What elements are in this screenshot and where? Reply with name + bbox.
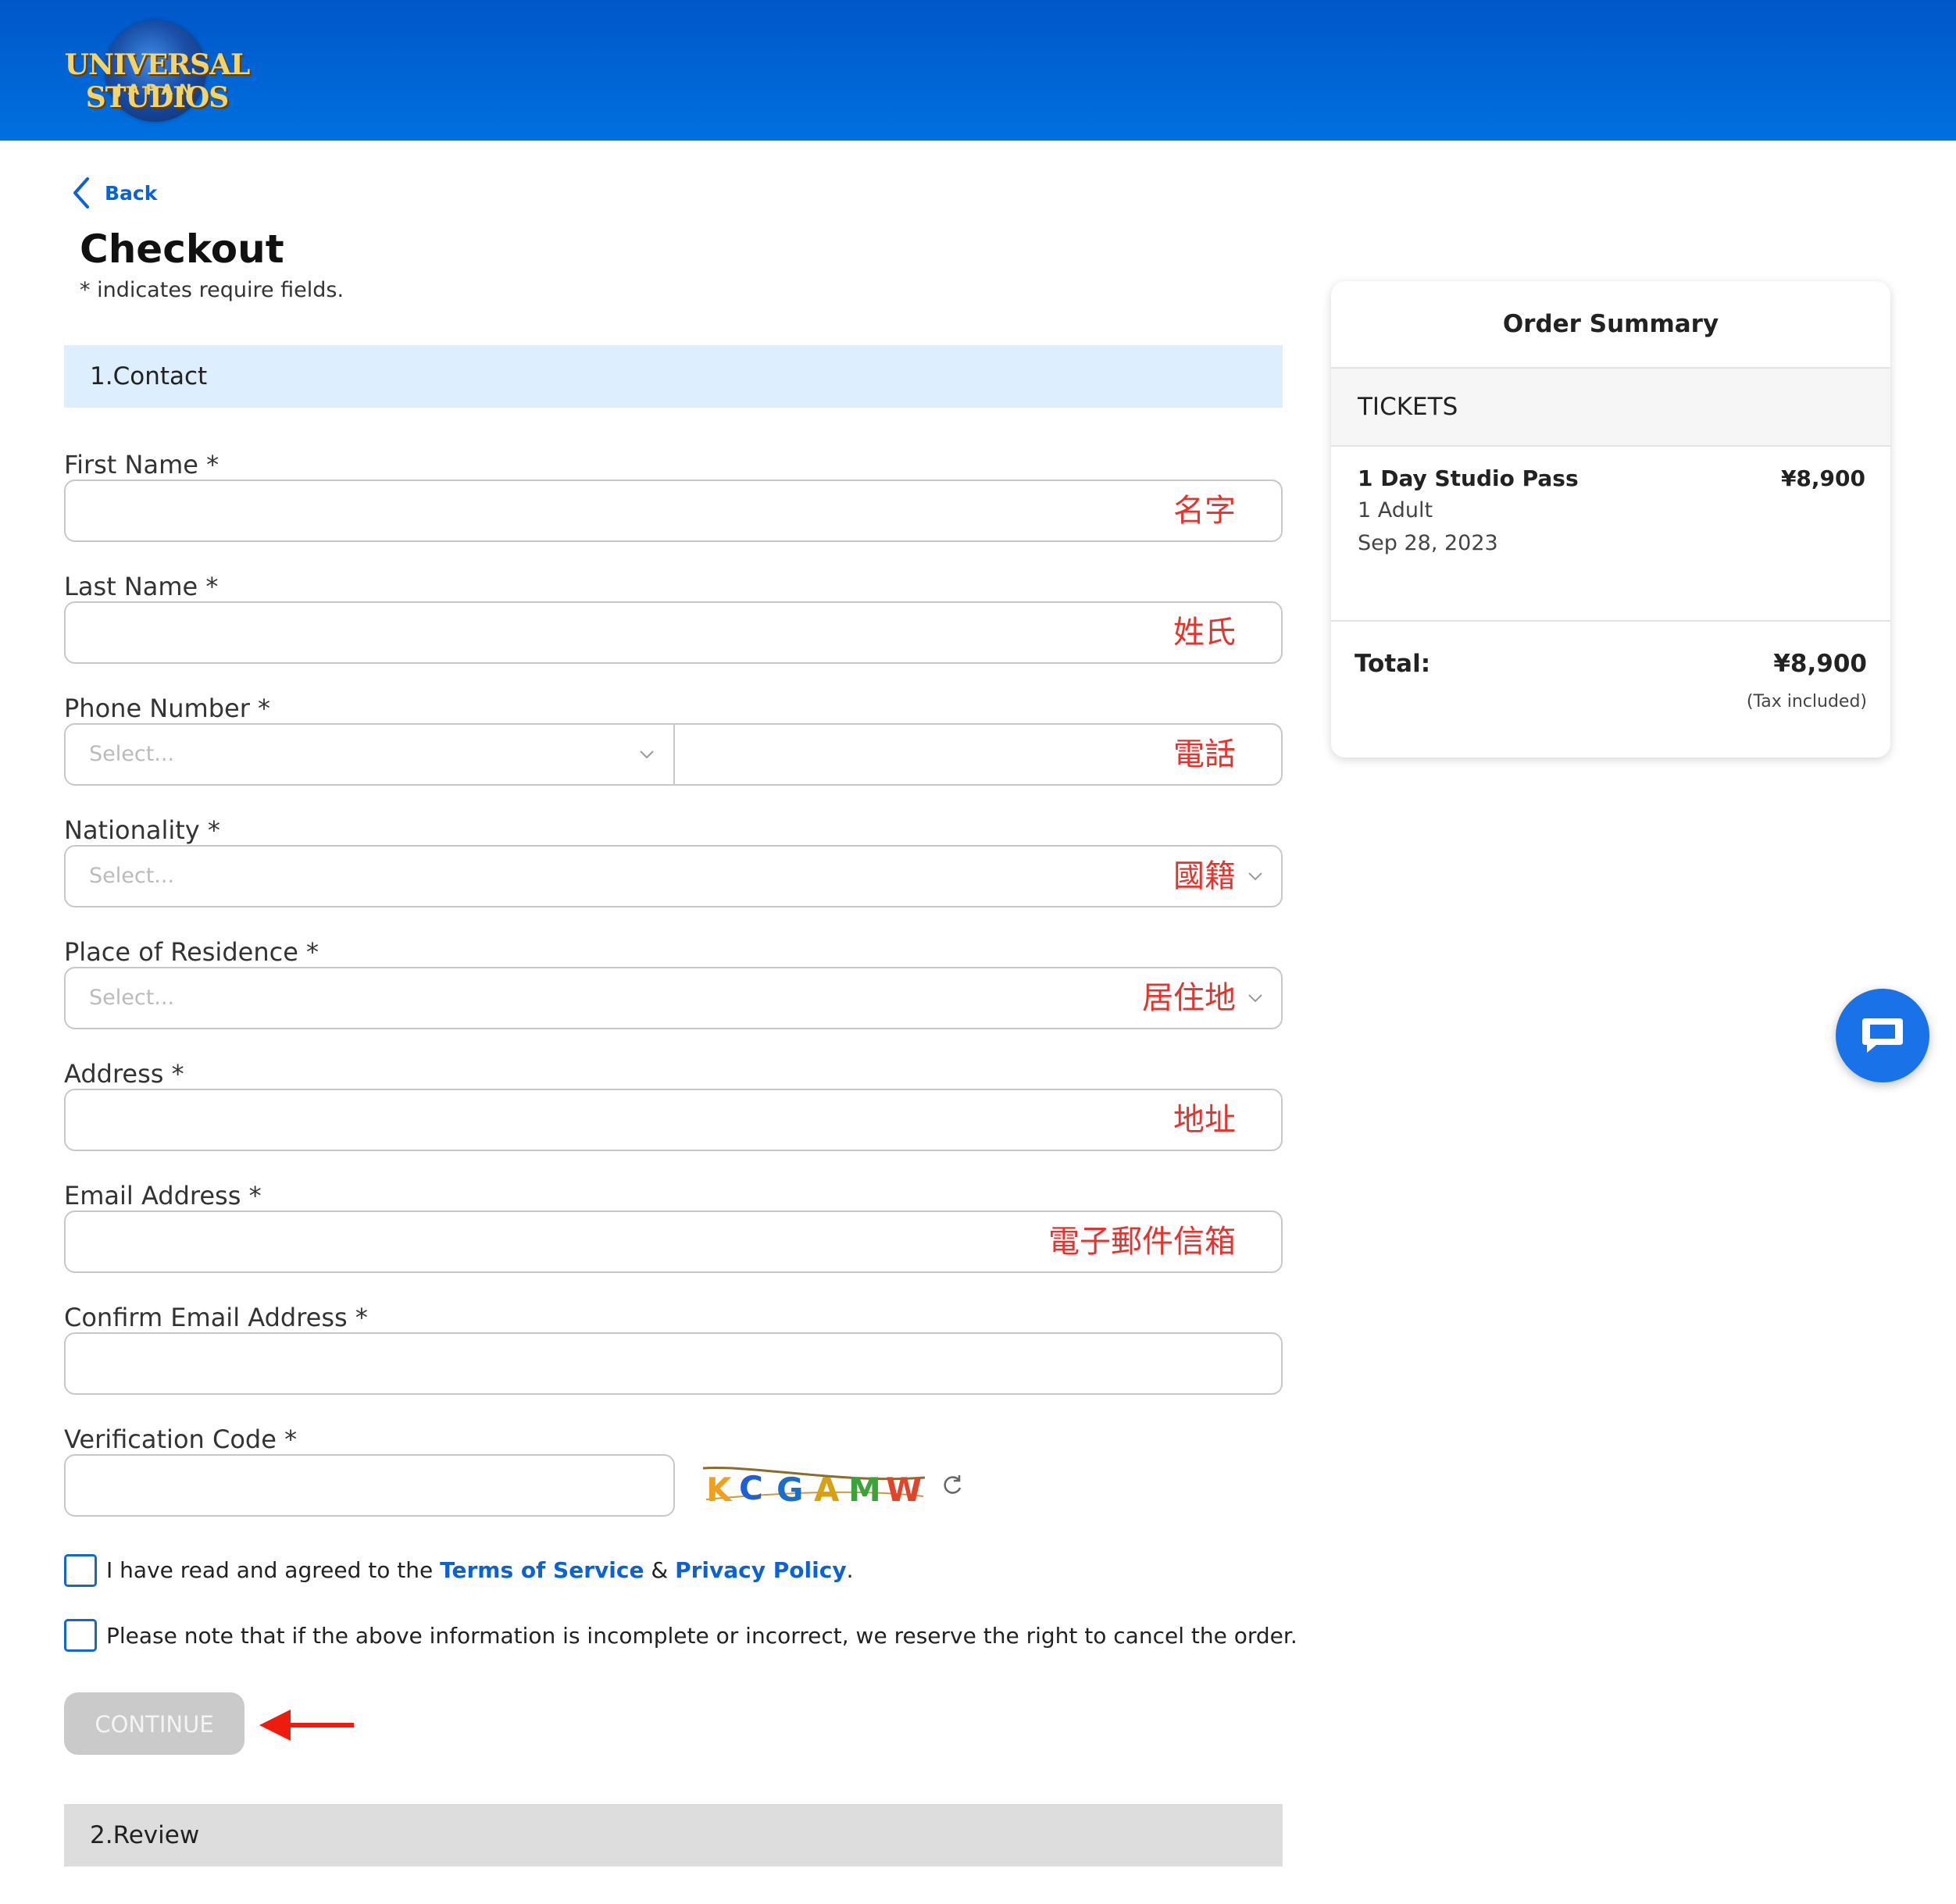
address-field[interactable]: 地址	[64, 1089, 1283, 1151]
terms-prefix: I have read and agreed to the	[106, 1557, 441, 1583]
site-header: UNIVERSAL STUDIOS JAPAN	[0, 0, 1956, 141]
phone-annotation: 電話	[1173, 736, 1236, 772]
ticket-name: 1 Day Studio Pass	[1358, 465, 1579, 491]
residence-placeholder: Select...	[89, 986, 175, 1010]
logo-subtext: JAPAN	[116, 81, 198, 98]
last-name-field[interactable]: 姓氏	[64, 601, 1283, 664]
total-value: ¥8,900	[1773, 650, 1867, 678]
captcha-char: A	[814, 1471, 840, 1509]
verification-code-field[interactable]	[64, 1454, 675, 1517]
terms-agreement-text: I have read and agreed to the Terms of S…	[106, 1557, 853, 1583]
chevron-left-icon	[73, 177, 89, 209]
refresh-icon[interactable]	[941, 1473, 965, 1496]
section-review-header: 2.Review	[64, 1804, 1283, 1867]
last-name-label: Last Name *	[64, 572, 219, 601]
address-label: Address *	[64, 1059, 184, 1089]
section-contact-header: 1.Contact	[64, 345, 1283, 408]
terms-suffix: .	[846, 1557, 854, 1583]
chevron-down-icon	[640, 751, 654, 759]
terms-joiner: &	[644, 1557, 676, 1583]
page-title: Checkout	[80, 226, 284, 272]
tax-note: (Tax included)	[1746, 692, 1867, 711]
captcha-char: W	[886, 1471, 922, 1509]
email-annotation: 電子郵件信箱	[1048, 1224, 1236, 1260]
verification-code-label: Verification Code *	[64, 1424, 298, 1454]
address-annotation: 地址	[1173, 1102, 1236, 1138]
order-summary-card: Order Summary TICKETS 1 Day Studio Pass …	[1331, 281, 1890, 758]
first-name-annotation: 名字	[1173, 493, 1236, 529]
phone-number-label: Phone Number *	[64, 693, 271, 723]
nationality-select[interactable]: Select... 國籍	[64, 845, 1283, 907]
email-field[interactable]: 電子郵件信箱	[64, 1211, 1283, 1273]
nationality-annotation: 國籍	[1173, 858, 1236, 894]
terms-of-service-link[interactable]: Terms of Service	[440, 1557, 644, 1583]
continue-button[interactable]: CONTINUE	[64, 1692, 244, 1755]
phone-country-code-select[interactable]: Select...	[64, 723, 675, 786]
first-name-field[interactable]: 名字	[64, 480, 1283, 542]
chevron-down-icon	[1248, 994, 1262, 1003]
notice-checkbox[interactable]	[64, 1619, 97, 1652]
captcha-char: C	[739, 1469, 763, 1507]
first-name-label: First Name *	[64, 450, 220, 480]
tickets-header: TICKETS	[1331, 369, 1890, 447]
ticket-line-item: 1 Day Studio Pass ¥8,900 1 Adult Sep 28,…	[1331, 447, 1890, 622]
ticket-date: Sep 28, 2023	[1358, 531, 1498, 555]
chevron-down-icon	[1248, 872, 1262, 881]
residence-label: Place of Residence *	[64, 937, 319, 967]
captcha-char: G	[776, 1471, 803, 1509]
ticket-quantity: 1 Adult	[1358, 498, 1433, 522]
chat-bubble-icon	[1862, 1018, 1903, 1053]
back-link[interactable]: Back	[72, 173, 157, 212]
confirm-email-label: Confirm Email Address *	[64, 1303, 368, 1332]
back-label: Back	[105, 181, 158, 205]
residence-select[interactable]: Select... 居住地	[64, 967, 1283, 1029]
residence-annotation: 居住地	[1142, 980, 1236, 1016]
captcha-char: K	[706, 1471, 733, 1509]
privacy-policy-link[interactable]: Privacy Policy	[675, 1557, 846, 1583]
captcha-char: M	[848, 1471, 881, 1509]
universal-studios-japan-logo[interactable]: UNIVERSAL STUDIOS JAPAN	[44, 17, 270, 123]
email-label: Email Address *	[64, 1181, 262, 1211]
order-total: Total: ¥8,900 (Tax included)	[1331, 622, 1890, 754]
nationality-label: Nationality *	[64, 815, 220, 845]
order-summary-title: Order Summary	[1331, 281, 1890, 369]
phone-number-field[interactable]: 電話	[673, 723, 1283, 786]
confirm-email-field[interactable]	[64, 1332, 1283, 1395]
last-name-annotation: 姓氏	[1173, 615, 1236, 651]
nationality-placeholder: Select...	[89, 864, 175, 888]
ticket-price: ¥8,900	[1780, 465, 1865, 491]
required-fields-note: * indicates require fields.	[80, 278, 344, 302]
notice-text: Please note that if the above informatio…	[106, 1623, 1297, 1649]
captcha-image: K C G A M W	[702, 1467, 926, 1509]
total-label: Total:	[1355, 650, 1431, 678]
terms-checkbox[interactable]	[64, 1554, 97, 1587]
phone-code-placeholder: Select...	[89, 742, 175, 766]
red-arrow-left-icon	[259, 1710, 354, 1741]
chat-button[interactable]	[1836, 989, 1929, 1082]
